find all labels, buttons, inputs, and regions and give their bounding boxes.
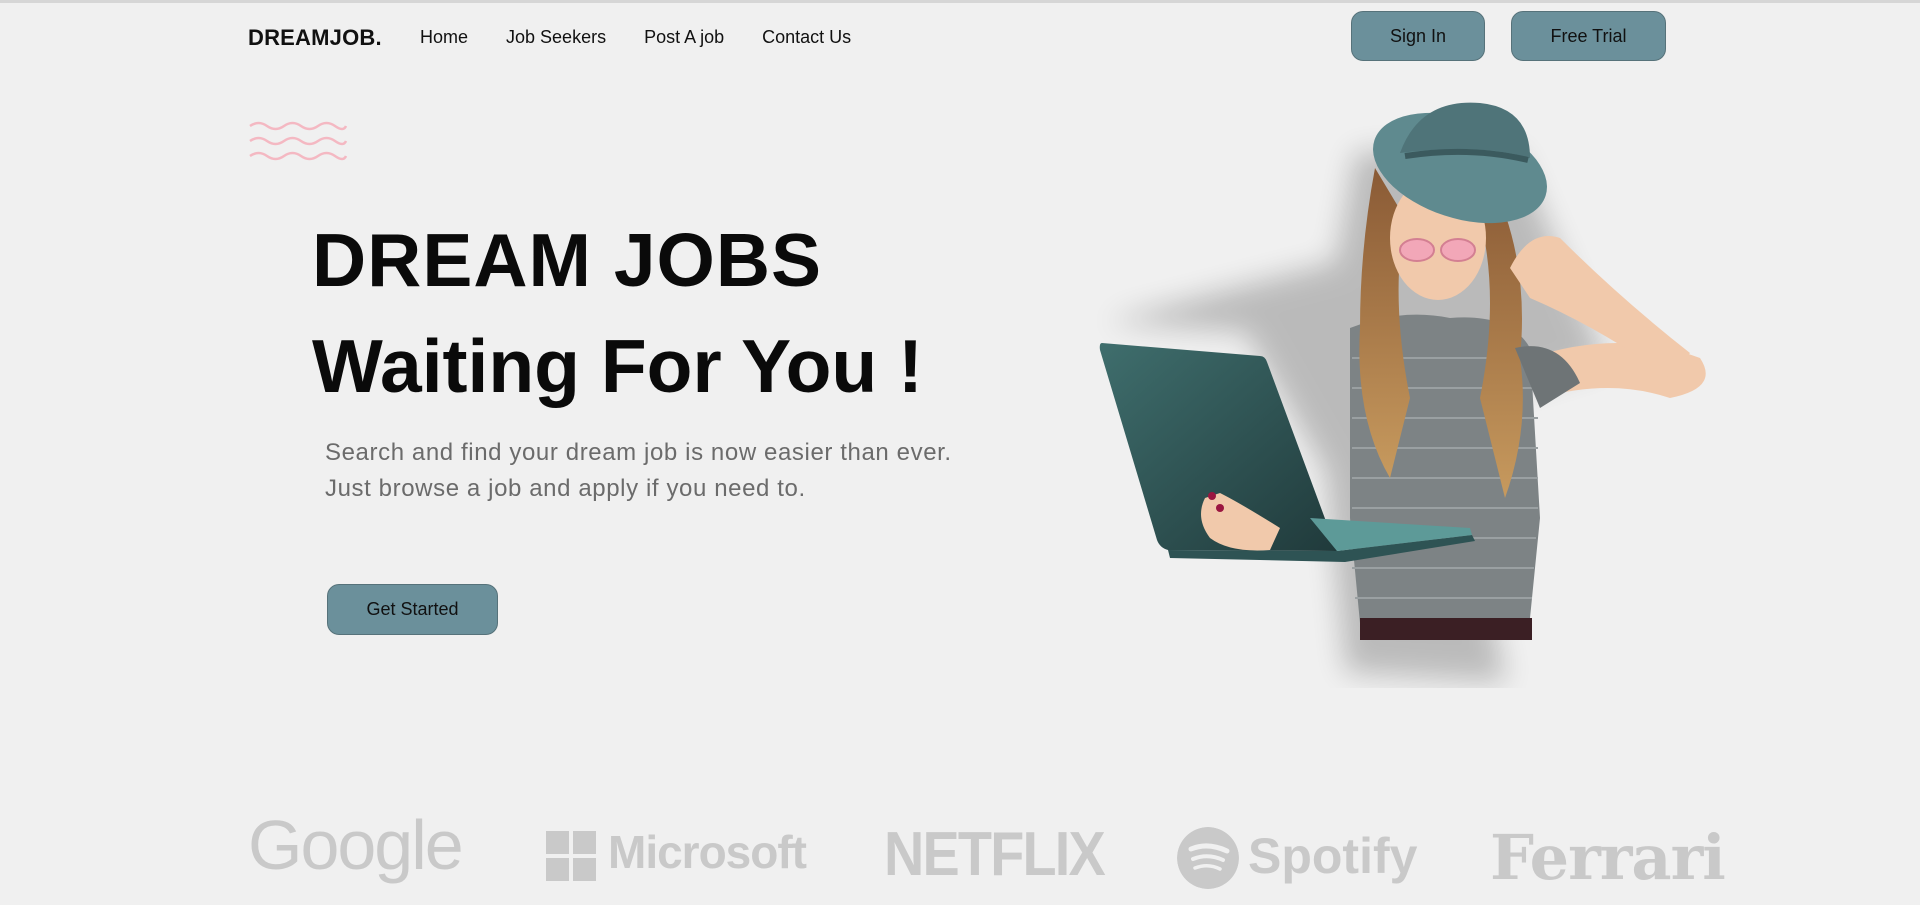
- microsoft-logo-icon: [546, 831, 596, 881]
- hero-subtitle-line-2: Just browse a job and apply if you need …: [325, 475, 806, 502]
- partner-logos: Google Microsoft NETFLIX Spotify Ferrari: [0, 806, 1920, 903]
- ferrari-logo: Ferrari: [1490, 821, 1726, 894]
- site-logo[interactable]: DREAMJOB.: [248, 25, 382, 51]
- nav-link-contact-us[interactable]: Contact Us: [762, 27, 851, 48]
- hero-subtitle-line-1: Search and find your dream job is now ea…: [325, 439, 952, 466]
- hero-title-line-1: DREAM JOBS: [312, 218, 823, 302]
- spotify-logo-icon: [1177, 827, 1239, 889]
- nav-link-post-job[interactable]: Post A job: [644, 27, 724, 48]
- top-navbar: DREAMJOB. Home Job Seekers Post A job Co…: [0, 3, 1920, 73]
- get-started-button[interactable]: Get Started: [327, 584, 498, 635]
- hero-title-line-2: Waiting For You !: [312, 324, 924, 408]
- sign-in-button[interactable]: Sign In: [1351, 11, 1485, 61]
- spotify-logo: Spotify: [1248, 828, 1418, 884]
- main-nav: Home Job Seekers Post A job Contact Us: [420, 27, 889, 48]
- nav-link-home[interactable]: Home: [420, 27, 468, 48]
- netflix-logo: NETFLIX: [884, 820, 1106, 889]
- hero-subtitle: Search and find your dream job is now ea…: [325, 435, 952, 507]
- wave-decoration-icon: [249, 121, 348, 161]
- google-logo: Google: [248, 806, 464, 884]
- nav-link-job-seekers[interactable]: Job Seekers: [506, 27, 606, 48]
- hero-woman-with-laptop-image: [1099, 102, 1706, 682]
- free-trial-button[interactable]: Free Trial: [1511, 11, 1666, 61]
- microsoft-logo: Microsoft: [608, 826, 807, 878]
